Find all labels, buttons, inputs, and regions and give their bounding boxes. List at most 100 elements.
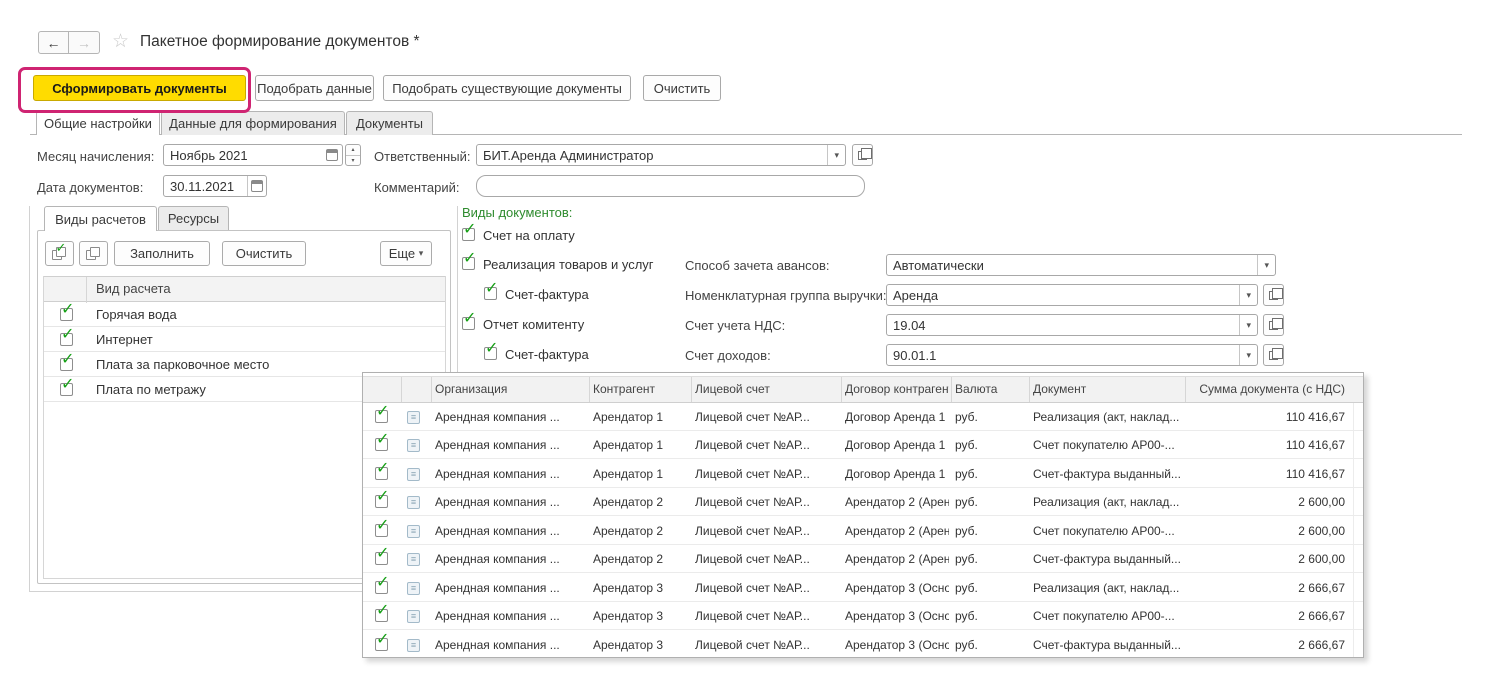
cell-contragent: Арендатор 1 <box>593 431 689 458</box>
pick-existing-documents-button[interactable]: Подобрать существующие документы <box>383 75 631 101</box>
favorite-star-icon[interactable]: ☆ <box>112 30 129 53</box>
calendar-icon[interactable] <box>326 149 338 161</box>
realization-checkbox[interactable]: ✓ <box>462 257 475 270</box>
clear-button[interactable]: Очистить <box>643 75 721 101</box>
tab-data-for-generation[interactable]: Данные для формирования <box>161 111 345 135</box>
table-row[interactable]: ✓ ≡ Арендная компания ... Арендатор 3 Ли… <box>363 602 1363 630</box>
row-checkbox[interactable]: ✓ <box>375 552 388 565</box>
spin-up-icon[interactable]: ▴ <box>346 145 360 156</box>
vat-account-value: 19.04 <box>893 318 926 333</box>
month-stepper[interactable]: ▴ ▾ <box>345 144 361 166</box>
row-checkbox[interactable]: ✓ <box>375 638 388 651</box>
tab-general-settings[interactable]: Общие настройки <box>36 111 160 135</box>
invoice-facture-checkbox[interactable]: ✓ <box>484 287 497 300</box>
vat-account-input[interactable]: 19.04 ▾ <box>886 314 1258 336</box>
table-row[interactable]: ✓ ≡ Арендная компания ... Арендатор 1 Ли… <box>363 431 1363 459</box>
cell-contragent: Арендатор 3 <box>593 602 689 629</box>
more-label: Еще <box>389 246 415 261</box>
month-input[interactable]: Ноябрь 2021 <box>163 144 343 166</box>
cell-currency: руб. <box>955 574 1015 601</box>
cell-contragent: Арендатор 2 <box>593 517 689 544</box>
document-icon: ≡ <box>407 411 420 424</box>
invoice-facture2-label: Счет-фактура <box>505 347 589 362</box>
cell-account: Лицевой счет №АР... <box>695 431 839 458</box>
check-icon: ✓ <box>463 250 476 266</box>
responsible-input[interactable]: БИТ.Аренда Администратор ▾ <box>476 144 846 166</box>
list-item[interactable]: ✓ Горячая вода <box>44 302 445 327</box>
invoice-facture2-checkbox[interactable]: ✓ <box>484 347 497 360</box>
advance-input[interactable]: Автоматически ▾ <box>886 254 1276 276</box>
row-checkbox[interactable]: ✓ <box>375 524 388 537</box>
calc-type-label: Интернет <box>96 327 153 352</box>
dropdown-icon[interactable]: ▾ <box>827 145 845 165</box>
cell-contract: Арендатор 3 (Осно... <box>845 602 949 629</box>
table-row[interactable]: ✓ ≡ Арендная компания ... Арендатор 1 Ли… <box>363 460 1363 488</box>
clear-all-flags-button[interactable] <box>79 241 108 266</box>
invoice-payment-checkbox[interactable]: ✓ <box>462 228 475 241</box>
col-contract: Договор контрагента <box>845 377 949 402</box>
cell-document: Счет покупателю АР00-... <box>1033 602 1183 629</box>
check-icon: ✓ <box>485 280 498 296</box>
fill-button[interactable]: Заполнить <box>114 241 210 266</box>
committent-report-checkbox[interactable]: ✓ <box>462 317 475 330</box>
table-row[interactable]: ✓ ≡ Арендная компания ... Арендатор 1 Ли… <box>363 403 1363 431</box>
cell-document: Счет-фактура выданный... <box>1033 631 1183 659</box>
nomenclature-open-button[interactable] <box>1263 284 1284 306</box>
row-checkbox[interactable]: ✓ <box>60 383 73 396</box>
row-checkbox[interactable]: ✓ <box>375 467 388 480</box>
income-account-open-button[interactable] <box>1263 344 1284 366</box>
cell-account: Лицевой счет №АР... <box>695 460 839 487</box>
back-button[interactable]: ← <box>38 31 69 54</box>
cell-contragent: Арендатор 3 <box>593 574 689 601</box>
col-org: Организация <box>435 377 587 402</box>
calendar-icon[interactable] <box>251 180 263 192</box>
table-row[interactable]: ✓ ≡ Арендная компания ... Арендатор 2 Ли… <box>363 517 1363 545</box>
row-checkbox[interactable]: ✓ <box>375 495 388 508</box>
clear-list-button[interactable]: Очистить <box>222 241 306 266</box>
forward-icon: → <box>77 35 91 51</box>
row-checkbox[interactable]: ✓ <box>60 358 73 371</box>
calc-type-label: Плата за парковочное место <box>96 352 269 377</box>
tab-documents[interactable]: Документы <box>346 111 433 135</box>
more-button[interactable]: Еще ▾ <box>380 241 432 266</box>
row-checkbox[interactable]: ✓ <box>60 308 73 321</box>
check-icon: ✓ <box>376 488 389 504</box>
vat-account-open-button[interactable] <box>1263 314 1284 336</box>
tab-resources[interactable]: Ресурсы <box>158 206 229 230</box>
check-icon: ✓ <box>376 517 389 533</box>
forward-button[interactable]: → <box>69 31 100 54</box>
income-account-input[interactable]: 90.01.1 ▾ <box>886 344 1258 366</box>
table-row[interactable]: ✓ ≡ Арендная компания ... Арендатор 3 Ли… <box>363 574 1363 602</box>
row-checkbox[interactable]: ✓ <box>375 438 388 451</box>
open-icon <box>1269 291 1278 300</box>
table-row[interactable]: ✓ ≡ Арендная компания ... Арендатор 2 Ли… <box>363 545 1363 573</box>
responsible-open-button[interactable] <box>852 144 873 166</box>
generate-documents-button[interactable]: Сформировать документы <box>33 75 246 101</box>
set-all-flags-button[interactable]: ✓ <box>45 241 74 266</box>
cell-contragent: Арендатор 1 <box>593 460 689 487</box>
cell-org: Арендная компания ... <box>435 631 587 659</box>
row-checkbox[interactable]: ✓ <box>375 609 388 622</box>
table-row[interactable]: ✓ ≡ Арендная компания ... Арендатор 2 Ли… <box>363 488 1363 516</box>
cell-org: Арендная компания ... <box>435 574 587 601</box>
dropdown-icon[interactable]: ▾ <box>1239 345 1257 365</box>
list-item[interactable]: ✓ Интернет <box>44 327 445 352</box>
dropdown-icon[interactable]: ▾ <box>1257 255 1275 275</box>
nomenclature-input[interactable]: Аренда ▾ <box>886 284 1258 306</box>
month-label: Месяц начисления: <box>37 149 154 164</box>
dropdown-icon[interactable]: ▾ <box>1239 315 1257 335</box>
cell-contragent: Арендатор 1 <box>593 403 689 430</box>
doc-date-input[interactable]: 30.11.2021 <box>163 175 267 197</box>
dropdown-icon[interactable]: ▾ <box>1239 285 1257 305</box>
pick-data-button[interactable]: Подобрать данные <box>255 75 374 101</box>
cell-account: Лицевой счет №АР... <box>695 488 839 515</box>
spin-down-icon[interactable]: ▾ <box>346 156 360 166</box>
row-checkbox[interactable]: ✓ <box>375 410 388 423</box>
row-checkbox[interactable]: ✓ <box>60 333 73 346</box>
cell-amount: 110 416,67 <box>1185 403 1345 430</box>
comment-input[interactable] <box>476 175 865 197</box>
row-checkbox[interactable]: ✓ <box>375 581 388 594</box>
table-row[interactable]: ✓ ≡ Арендная компания ... Арендатор 3 Ли… <box>363 631 1363 659</box>
tab-calc-types[interactable]: Виды расчетов <box>44 206 157 231</box>
check-icon: ✓ <box>61 351 74 367</box>
